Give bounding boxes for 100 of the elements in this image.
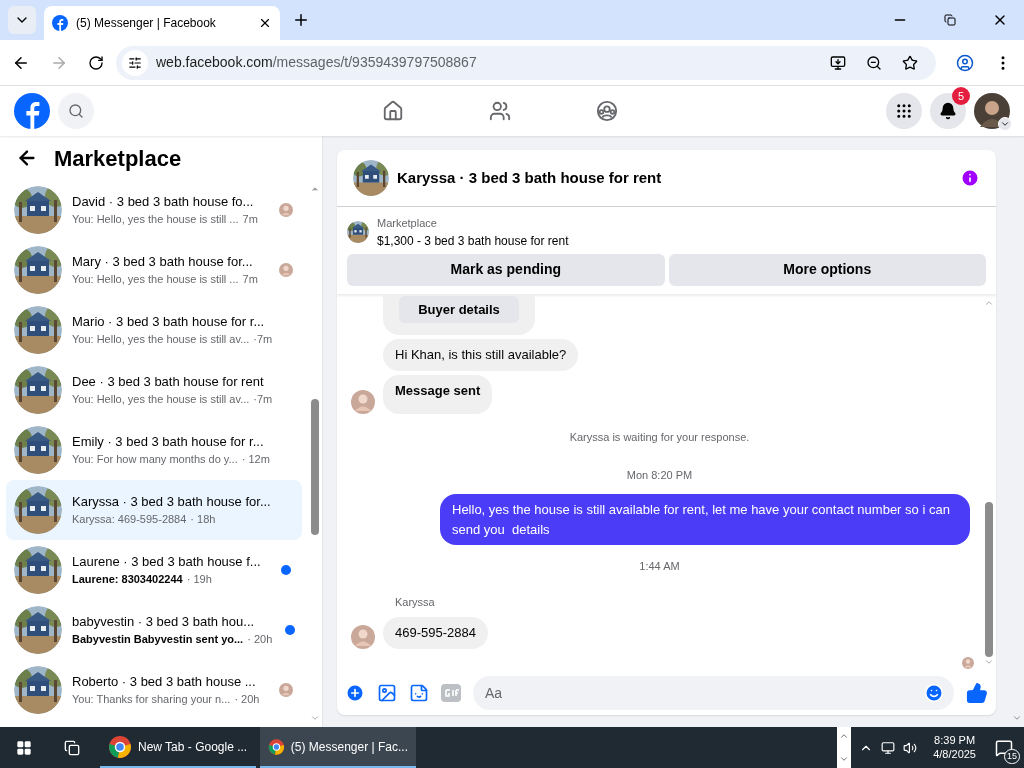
listing-label: Marketplace	[377, 216, 438, 231]
home-icon[interactable]	[382, 100, 404, 122]
conversation-item[interactable]: Mary · 3 bed 3 bath house for... You: Hello, yes the house is still ... 7m	[6, 240, 302, 300]
sender-name: Karyssa	[395, 596, 435, 608]
status-notice: Karyssa is waiting for your response.	[569, 431, 750, 443]
message-time: · 19h	[186, 572, 212, 587]
like-icon[interactable]	[966, 682, 988, 704]
tab-list-button[interactable]	[8, 6, 36, 34]
message-preview: Babyvestin Babyvestin sent yo...	[72, 632, 244, 647]
clock-date: 4/8/2025	[933, 747, 976, 762]
outgoing-message: Hello, yes the house is still available for rent, let me have your contact number so i can send you details	[440, 494, 970, 545]
taskbar-app-label: New Tab - Google ...	[138, 738, 248, 756]
conversation-item[interactable]: David · 3 bed 3 bath house fo... You: Hello, yes the house is still ... 7m	[6, 180, 302, 240]
bookmark-star-icon[interactable]	[902, 54, 918, 71]
browser-tab[interactable]: (5) Messenger | Facebook	[44, 6, 280, 40]
notification-count: 15	[1004, 748, 1020, 764]
task-view-icon[interactable]	[64, 739, 80, 756]
facebook-icon	[52, 15, 68, 31]
scroll-down-icon	[839, 754, 850, 764]
groups-icon[interactable]	[596, 100, 618, 122]
action-button[interactable]: Mark as pending	[347, 253, 665, 286]
sender-avatar	[351, 390, 375, 414]
scrollbar-thumb[interactable]	[985, 502, 993, 657]
conversation-item[interactable]: Emily · 3 bed 3 bath house for r... You: For how many months do y... · 12m	[6, 420, 302, 480]
conversation-item[interactable]: Dee · 3 bed 3 bath house for rent You: Hello, yes the house is still av... ·7m	[6, 360, 302, 420]
action-button[interactable]: More options	[668, 253, 986, 286]
buyer-details-button[interactable]: Buyer details	[399, 295, 519, 323]
message-time: · 18h	[190, 512, 216, 527]
bell-icon	[939, 102, 957, 120]
start-icon[interactable]	[16, 739, 32, 756]
profile-avatar[interactable]	[974, 93, 1010, 129]
clock-time: 8:39 PM	[934, 733, 976, 748]
facebook-logo-icon[interactable]	[14, 93, 50, 129]
taskbar-app-label: (5) Messenger | Fac...	[290, 738, 408, 756]
message-time: 7m	[242, 212, 258, 227]
address-field[interactable]: web.facebook.com/messages/t/9359439797508867	[116, 45, 936, 80]
chevron-down-icon	[1000, 119, 1010, 129]
scrollbar-thumb[interactable]	[311, 399, 319, 535]
page-scroll-down-icon	[1012, 713, 1022, 723]
incoming-message: Hi Khan, is this still available?	[383, 339, 579, 371]
conversation-title: Emily · 3 bed 3 bath house for r...	[72, 433, 265, 451]
seen-avatar	[962, 656, 974, 669]
message-time: ·7m	[253, 392, 273, 407]
message-timestamp: Mon 8:20 PM	[626, 469, 693, 481]
search-icon	[68, 103, 84, 119]
message-preview: You: Hello, yes the house is still ...	[72, 272, 239, 287]
zoom-icon[interactable]	[866, 54, 882, 71]
incoming-message: 469-595-2884	[383, 617, 488, 649]
scroll-down-icon	[984, 657, 994, 667]
network-icon[interactable]	[881, 740, 896, 755]
add-icon[interactable]	[345, 683, 365, 703]
conversation-item[interactable]: Karyssa · 3 bed 3 bath house for... Karyssa: 469-595-2884 · 18h	[6, 480, 302, 540]
conversation-title: David · 3 bed 3 bath house fo...	[72, 193, 255, 211]
taskbar-app[interactable]: New Tab - Google ...	[100, 727, 256, 768]
sender-avatar	[351, 624, 375, 649]
message-preview: Laurene: 8303402244	[72, 572, 183, 587]
conversation-title: babyvestin · 3 bed 3 bath hou...	[72, 613, 256, 631]
search-button[interactable]	[58, 93, 94, 129]
info-icon[interactable]	[960, 168, 980, 188]
message-preview: You: Thanks for sharing your n...	[72, 692, 231, 707]
profile-icon[interactable]	[956, 53, 974, 72]
grid-icon	[895, 102, 913, 120]
conversation-item[interactable]: Mario · 3 bed 3 bath house for r... You: Hello, yes the house is still av... ·7m	[6, 300, 302, 360]
chrome-icon	[108, 734, 132, 759]
photo-icon[interactable]	[377, 683, 397, 703]
friends-icon[interactable]	[489, 100, 511, 122]
conversation-item[interactable]: Roberto · 3 bed 3 bath house ... You: Thanks for sharing your n... · 20h	[6, 660, 302, 720]
scroll-down-icon	[310, 713, 320, 723]
menu-button[interactable]	[886, 93, 922, 129]
conversation-title: Roberto · 3 bed 3 bath house ...	[72, 673, 257, 691]
message-time: · 12m	[241, 452, 270, 467]
message-time: ·7m	[253, 332, 273, 347]
conversation-title: Dee · 3 bed 3 bath house for rent	[72, 373, 265, 391]
scroll-up-icon	[839, 731, 850, 741]
message-preview: You: Hello, yes the house is still av...	[72, 392, 250, 407]
url-text: web.facebook.com/messages/t/9359439797508867	[156, 53, 478, 72]
message-preview: You: Hello, yes the house is still ...	[72, 212, 239, 227]
listing-title: $1,300 - 3 bed 3 bath house for rent	[377, 232, 569, 250]
notification-badge: 5	[952, 87, 970, 105]
restore-icon[interactable]	[944, 14, 956, 26]
new-tab-icon[interactable]	[292, 11, 310, 29]
conversation-title: Karyssa · 3 bed 3 bath house for...	[72, 493, 271, 511]
conversation-item[interactable]: Laurene · 3 bed 3 bath house f... Laurene: 8303402244 · 19h	[6, 540, 302, 600]
reload-icon[interactable]	[88, 54, 104, 71]
message-time: 7m	[242, 272, 258, 287]
notifications-button[interactable]	[930, 93, 966, 129]
seen-avatar	[279, 203, 293, 217]
volume-icon[interactable]	[903, 740, 918, 755]
message-preview: You: For how many months do y...	[72, 452, 238, 467]
conversation-title: Mario · 3 bed 3 bath house for r...	[72, 313, 266, 331]
message-timestamp: 1:44 AM	[639, 560, 680, 572]
taskbar-app[interactable]: (5) Messenger | Fac...	[260, 727, 416, 768]
scroll-up-icon	[310, 184, 320, 194]
close-icon	[258, 16, 272, 30]
install-icon[interactable]	[830, 54, 846, 71]
conversation-item[interactable]: babyvestin · 3 bed 3 bath hou... Babyvestin Babyvestin sent yo... · 20h	[6, 600, 302, 660]
sticker-icon[interactable]	[409, 683, 429, 703]
message-preview: Karyssa: 469-595-2884	[72, 512, 187, 527]
message-input[interactable]: Aa	[473, 676, 954, 710]
message-time: · 20h	[247, 632, 273, 647]
